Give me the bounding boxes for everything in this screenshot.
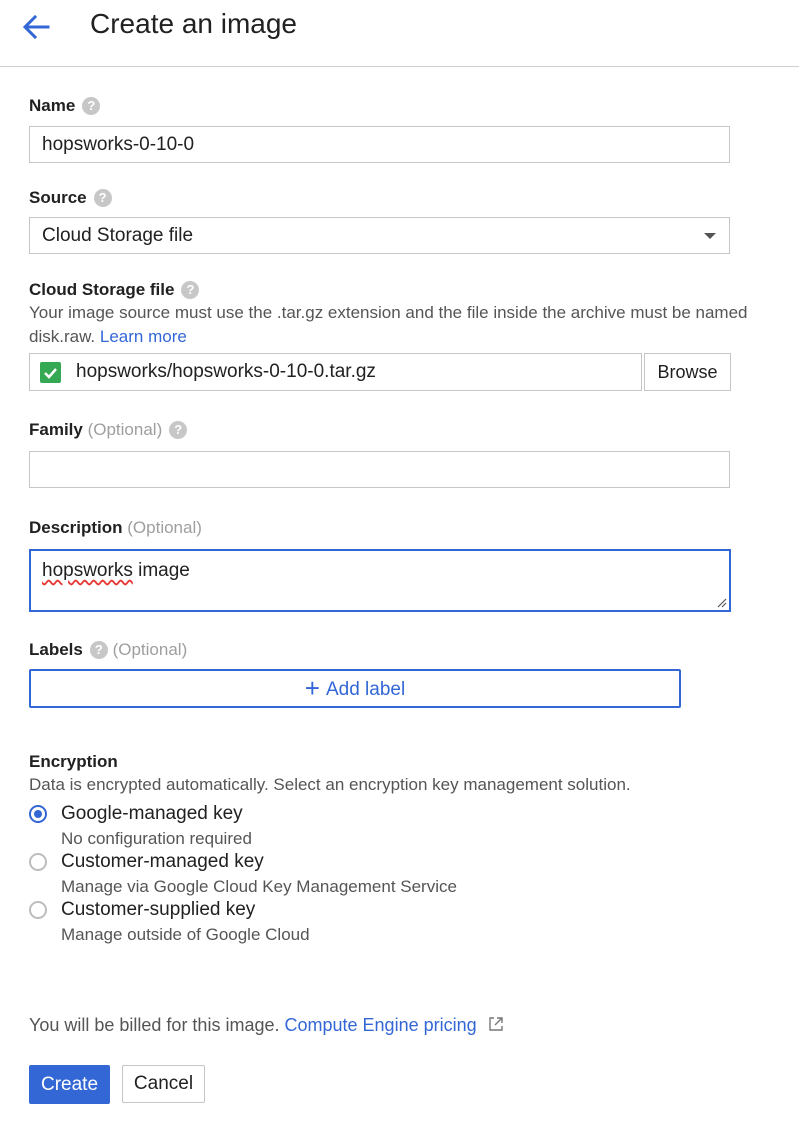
name-help-icon[interactable]: ? bbox=[82, 97, 101, 115]
check-icon bbox=[40, 362, 61, 383]
storage-label: Cloud Storage file? bbox=[29, 280, 200, 300]
description-text: image bbox=[132, 560, 190, 581]
name-label: Name? bbox=[29, 96, 101, 116]
external-link-icon[interactable] bbox=[487, 1015, 505, 1038]
source-help-icon[interactable]: ? bbox=[93, 189, 112, 207]
radio-sub-text: No configuration required bbox=[61, 829, 252, 848]
labels-optional: (Optional) bbox=[112, 640, 188, 659]
radio-google-managed[interactable]: Google-managed key bbox=[29, 803, 329, 829]
radio-label: Customer-supplied key bbox=[61, 899, 256, 920]
radio-button[interactable] bbox=[29, 853, 47, 871]
storage-file-input[interactable]: hopsworks/hopsworks-0-10-0.tar.gz bbox=[29, 353, 642, 391]
plus-icon: + bbox=[304, 673, 320, 703]
page-header: Create an image bbox=[0, 0, 799, 67]
radio-sub-text: Manage via Google Cloud Key Management S… bbox=[61, 877, 457, 896]
family-optional: (Optional) bbox=[87, 420, 163, 439]
description-textarea[interactable]: hopsworks image bbox=[29, 549, 731, 612]
learn-more-link[interactable]: Learn more bbox=[100, 327, 187, 346]
encryption-label: Encryption bbox=[29, 752, 118, 771]
labels-help-icon[interactable]: ? bbox=[89, 641, 108, 659]
billing-notice: You will be billed for this image. Compu… bbox=[29, 1015, 505, 1038]
source-select[interactable]: Cloud Storage file bbox=[29, 217, 730, 254]
back-arrow-icon[interactable] bbox=[20, 11, 52, 43]
dropdown-arrow-icon bbox=[704, 233, 716, 239]
encryption-hint: Data is encrypted automatically. Select … bbox=[29, 775, 631, 794]
create-button[interactable]: Create bbox=[29, 1065, 110, 1104]
radio-label: Customer-managed key bbox=[61, 851, 264, 872]
radio-customer-managed[interactable]: Customer-managed key bbox=[29, 851, 329, 877]
pricing-link[interactable]: Compute Engine pricing bbox=[285, 1015, 477, 1035]
source-selected-value: Cloud Storage file bbox=[42, 225, 194, 246]
radio-button-selected[interactable] bbox=[29, 805, 47, 823]
source-label: Source? bbox=[29, 188, 112, 208]
resize-handle-icon[interactable] bbox=[715, 596, 727, 608]
family-help-icon[interactable]: ? bbox=[169, 421, 188, 439]
radio-customer-supplied[interactable]: Customer-supplied key bbox=[29, 899, 329, 925]
misspelled-word: hopsworks bbox=[42, 560, 133, 581]
radio-label: Google-managed key bbox=[61, 803, 243, 824]
add-label-button[interactable]: + Add label bbox=[29, 669, 681, 708]
storage-help-icon[interactable]: ? bbox=[181, 281, 200, 299]
storage-file-path: hopsworks/hopsworks-0-10-0.tar.gz bbox=[76, 361, 376, 382]
family-input[interactable] bbox=[29, 451, 730, 488]
description-optional: (Optional) bbox=[127, 518, 202, 537]
name-input[interactable]: hopsworks-0-10-0 bbox=[29, 126, 730, 163]
radio-sub-text: Manage outside of Google Cloud bbox=[61, 925, 310, 944]
page-title: Create an image bbox=[90, 8, 298, 39]
cancel-button[interactable]: Cancel bbox=[122, 1065, 205, 1103]
labels-label: Labels? (Optional) bbox=[29, 640, 188, 659]
radio-button[interactable] bbox=[29, 901, 47, 919]
description-label: Description (Optional) bbox=[29, 518, 202, 537]
browse-button[interactable]: Browse bbox=[644, 353, 731, 391]
storage-hint: Your image source must use the .tar.gz e… bbox=[29, 303, 748, 346]
family-label: Family (Optional)? bbox=[29, 420, 188, 440]
